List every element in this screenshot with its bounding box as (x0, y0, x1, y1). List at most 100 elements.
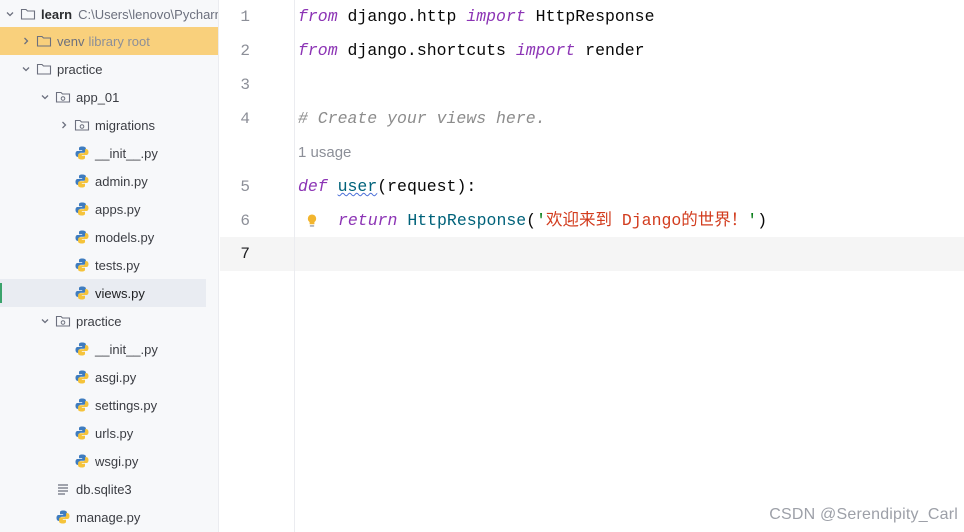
python-file-icon (74, 453, 90, 469)
string-literal: 欢迎来到 Django的世界！ (545, 211, 748, 230)
tree-item-label: tests.py (95, 257, 140, 273)
python-file-icon (74, 397, 90, 413)
line-number: 6 (240, 212, 250, 230)
tree-item-label: __init__.py (95, 145, 158, 161)
keyword-from: from (298, 41, 338, 60)
chevron-down-icon[interactable] (39, 91, 51, 103)
tree-item-label: views.py (95, 285, 145, 301)
python-file-icon (74, 369, 90, 385)
library-root-tag: library root (88, 33, 150, 49)
paren-close: ) (757, 211, 768, 230)
call-name: HttpResponse (407, 211, 527, 230)
tree-item-venv[interactable]: venv library root (0, 27, 218, 55)
tree-root-label: learn (41, 6, 73, 22)
python-file-icon (74, 285, 90, 301)
line-number: 2 (240, 42, 250, 60)
package-folder-icon (55, 89, 71, 105)
line-number: 1 (240, 8, 250, 26)
keyword-import: import (466, 7, 526, 26)
keyword-return: return (338, 211, 398, 230)
tree-item-label: models.py (95, 229, 155, 245)
tree-item-models-py[interactable]: models.py (0, 223, 218, 251)
tree-item-migrations[interactable]: migrations (0, 111, 218, 139)
tree-item-practice-package[interactable]: practice (0, 307, 218, 335)
tree-item-label: urls.py (95, 425, 134, 441)
tree-root-learn[interactable]: learn C:\Users\lenovo\Pycharm (0, 0, 219, 28)
code-line-4-comment[interactable]: # Create your views here. (298, 102, 546, 136)
folder-icon (20, 6, 36, 22)
imported-name: render (575, 41, 645, 60)
chevron-down-icon[interactable] (39, 315, 51, 327)
text-file-icon (55, 481, 71, 497)
tree-item-label: admin.py (95, 173, 148, 189)
tree-item-label: __init__.py (95, 341, 158, 357)
chevron-right-icon[interactable] (20, 35, 32, 47)
python-file-icon (74, 341, 90, 357)
tree-item-label: manage.py (76, 509, 141, 525)
tree-item-init-py[interactable]: __init__.py (0, 139, 218, 167)
chevron-down-icon[interactable] (4, 8, 16, 20)
python-file-icon (74, 229, 90, 245)
tree-item-asgi-py[interactable]: asgi.py (0, 363, 218, 391)
project-tree: learn C:\Users\lenovo\Pycharm venv libra… (0, 0, 219, 532)
python-file-icon (74, 425, 90, 441)
tree-item-label: app_01 (76, 89, 120, 105)
python-file-icon (74, 257, 90, 273)
tree-root-path: C:\Users\lenovo\Pycharm (78, 6, 219, 22)
python-file-icon (74, 145, 90, 161)
chevron-right-icon[interactable] (58, 119, 70, 131)
code-editor[interactable]: 1 2 3 4 5 6 7 from django.http import Ht… (220, 0, 964, 532)
keyword-import: import (515, 41, 576, 60)
tree-item-views-py[interactable]: views.py (0, 279, 206, 307)
tree-item-tests-py[interactable]: tests.py (0, 251, 218, 279)
tree-item-app-01[interactable]: app_01 (0, 83, 218, 111)
line-number-gutter[interactable]: 1 2 3 4 5 6 7 (220, 0, 295, 532)
chevron-down-icon[interactable] (20, 63, 32, 75)
tree-item-label: migrations (95, 117, 155, 133)
python-file-icon (74, 201, 90, 217)
code-line-6[interactable]: return HttpResponse('欢迎来到 Django的世界！') (338, 204, 767, 238)
string-quote: ' (536, 211, 546, 230)
line-number: 4 (240, 110, 250, 128)
tree-item-label: asgi.py (95, 369, 137, 385)
string-quote: ' (747, 211, 758, 230)
lightbulb-icon[interactable] (304, 212, 320, 230)
usage-inlay-hint[interactable]: 1 usage (298, 136, 351, 170)
tree-item-settings-py[interactable]: settings.py (0, 391, 218, 419)
function-name: user (337, 177, 378, 196)
tree-item-apps-py[interactable]: apps.py (0, 195, 218, 223)
tree-item-db-sqlite3[interactable]: db.sqlite3 (0, 475, 218, 503)
package-folder-icon (55, 313, 71, 329)
tree-item-label: practice (57, 61, 103, 77)
keyword-from: from (298, 7, 338, 26)
folder-icon (36, 61, 52, 77)
tree-item-label: settings.py (95, 397, 158, 413)
tree-item-urls-py[interactable]: urls.py (0, 419, 218, 447)
module-name: django.shortcuts (337, 41, 516, 60)
code-line-1[interactable]: from django.http import HttpResponse (298, 0, 655, 34)
python-file-icon (74, 173, 90, 189)
imported-name: HttpResponse (525, 7, 655, 26)
tree-item-label: db.sqlite3 (76, 481, 132, 497)
tree-item-manage-py[interactable]: manage.py (0, 503, 218, 531)
tree-item-wsgi-py[interactable]: wsgi.py (0, 447, 218, 475)
tree-item-label: wsgi.py (95, 453, 139, 469)
function-params: (request): (377, 177, 477, 196)
current-line-highlight (220, 237, 964, 271)
tree-item-label: apps.py (95, 201, 141, 217)
watermark: CSDN @Serendipity_Carl (769, 506, 958, 523)
tree-item-init-py[interactable]: __init__.py (0, 335, 218, 363)
python-file-icon (55, 509, 71, 525)
tree-item-admin-py[interactable]: admin.py (0, 167, 218, 195)
tree-item-label: practice (76, 313, 122, 329)
tree-item-practice[interactable]: practice (0, 55, 218, 83)
code-line-5[interactable]: def user(request): (298, 170, 476, 204)
line-number-current: 7 (240, 245, 250, 263)
paren-open: ( (526, 211, 537, 230)
keyword-def: def (298, 177, 328, 196)
line-number: 5 (240, 178, 250, 196)
code-line-2[interactable]: from django.shortcuts import render (298, 34, 645, 68)
tree-item-label: venv (57, 33, 85, 49)
